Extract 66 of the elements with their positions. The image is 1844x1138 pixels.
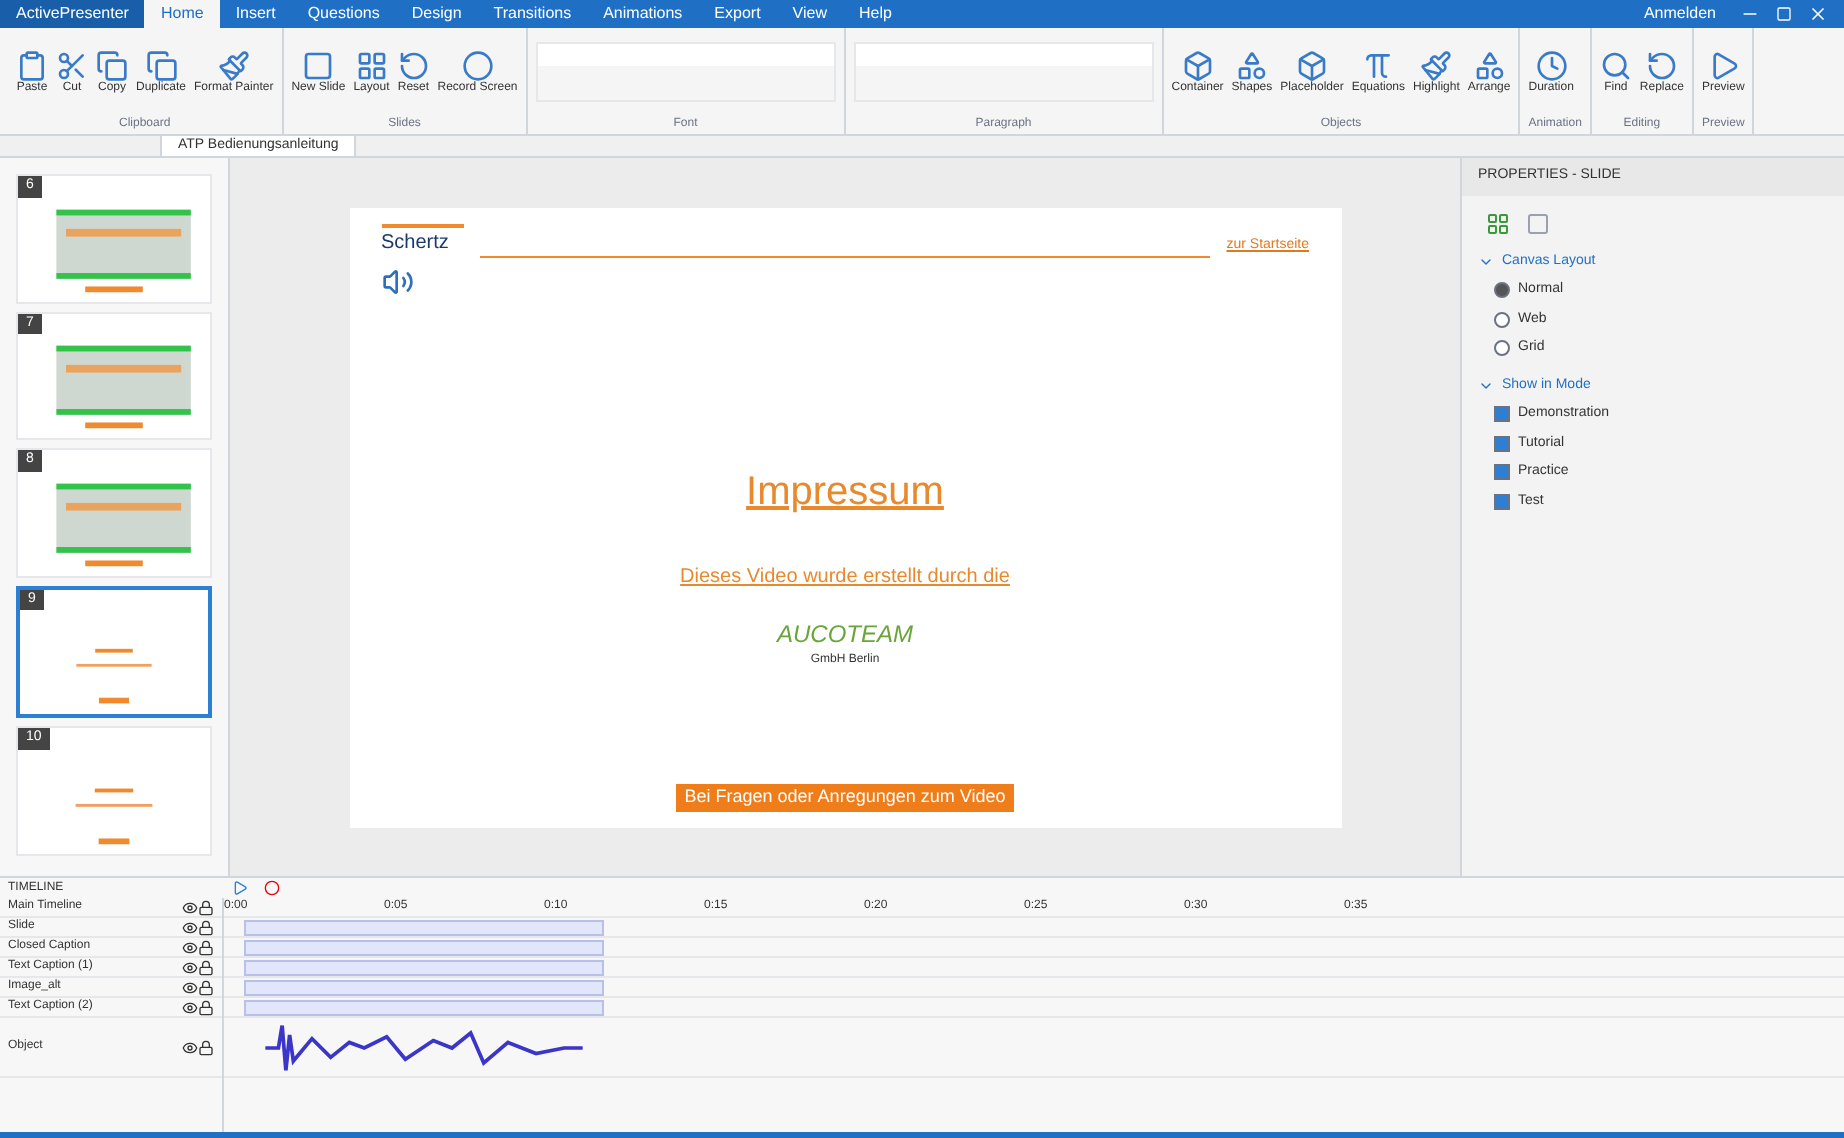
lock-icon[interactable] [198,979,214,995]
scissors-icon [56,49,88,81]
play-icon [1707,49,1740,81]
checkbox[interactable] [1494,435,1510,452]
clipboard-icon [16,49,48,81]
ribbon-tab[interactable]: Animations [587,0,699,28]
radio-button[interactable] [1494,311,1510,328]
clock-icon [1535,49,1568,81]
layout-icon[interactable] [1486,211,1510,235]
lock-icon[interactable] [198,899,214,915]
visibility-icon[interactable] [182,919,198,935]
audio-icon[interactable] [381,265,413,297]
play-icon[interactable] [232,880,248,896]
ribbon-tab[interactable]: Home [144,0,220,28]
ribbon-tab[interactable]: Transitions [477,0,588,28]
slide-title: Impressum [746,467,944,517]
slide-body-text: Dieses Video wurde erstellt durch die [680,563,1010,591]
checkbox[interactable] [1494,406,1510,423]
company-logo: Schertz [381,223,465,257]
checkbox[interactable] [1494,493,1510,510]
cube-icon [1181,49,1214,81]
brush-icon [1420,49,1453,81]
ribbon-tab[interactable]: Design [395,0,478,28]
visibility-icon[interactable] [182,1039,198,1055]
copy-icon [96,49,128,81]
visibility-icon[interactable] [182,899,198,915]
app-menu-button[interactable]: ActivePresenter [0,0,145,28]
maximize-icon[interactable] [1776,6,1792,22]
lock-icon[interactable] [198,1039,214,1055]
visibility-icon[interactable] [182,999,198,1015]
cube-icon [1295,49,1328,81]
slide-preview-drawing [76,648,152,704]
radio-button[interactable] [1494,340,1510,357]
slide-icon [302,49,335,81]
visibility-icon[interactable] [182,979,198,995]
shapes-icon [1473,49,1506,81]
reset-icon [1645,49,1678,81]
partner-logo-name: AUCOTEAM [776,617,913,651]
lock-icon[interactable] [198,999,214,1015]
close-icon[interactable] [1808,4,1828,24]
visibility-icon[interactable] [182,959,198,975]
radio-button[interactable] [1494,282,1510,299]
lock-icon[interactable] [198,939,214,955]
record-icon[interactable] [264,880,280,896]
ribbon-tab[interactable]: View [776,0,843,28]
slide-preview-drawing [56,482,191,566]
brush-icon [217,49,250,81]
ribbon-tab[interactable]: Export [698,0,777,28]
pi-icon [1362,49,1395,81]
ribbon-tab[interactable]: Insert [219,0,292,28]
checkbox[interactable] [1494,464,1510,481]
ribbon-tab[interactable]: Questions [291,0,396,28]
lock-icon[interactable] [198,959,214,975]
visibility-icon[interactable] [182,939,198,955]
shapes-icon [1235,49,1268,81]
copy-icon [145,49,177,81]
slide-preview-drawing [56,345,191,429]
slide-preview-drawing [56,208,191,292]
lock-icon[interactable] [198,919,214,935]
ribbon-tab[interactable]: Help [843,0,908,28]
record-icon [461,49,494,81]
layout-icon [355,49,388,81]
reset-icon [397,49,430,81]
slide-preview-drawing [75,787,153,844]
search-icon [1599,49,1632,81]
account-name[interactable]: Anmelden [1627,2,1732,26]
